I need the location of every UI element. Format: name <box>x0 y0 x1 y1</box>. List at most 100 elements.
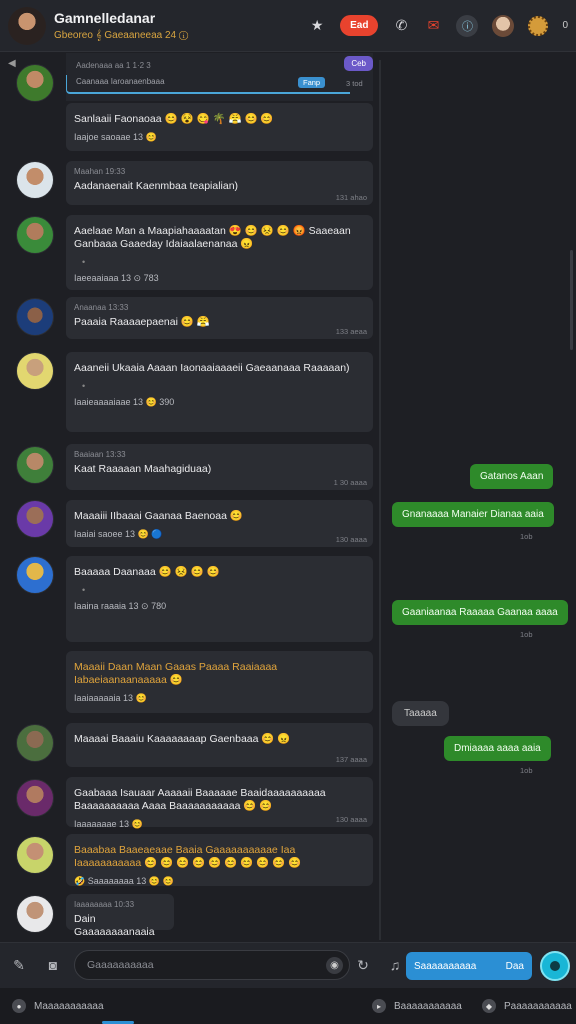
info-icon[interactable]: ⓘ <box>456 14 479 37</box>
footer-bar: ● Maaaaaaaaaaa ▸ Baaaaaaaaaaa ◆ Paaaaaaa… <box>0 988 576 1024</box>
message-card[interactable]: Maahan 19:33 Aadanaenait Kaenmbaa teapia… <box>66 161 373 205</box>
message-card[interactable]: Aaaneii Ukaaia Aaaan Iaonaaiaaaeii Gaeaa… <box>66 352 373 432</box>
gift-icon[interactable]: ✉ <box>424 17 442 35</box>
message-meta: Iaaaaaaaa 10:33 <box>74 900 135 909</box>
message-time: 1 30 aaaa <box>333 478 367 487</box>
notification-count: 0 <box>562 20 568 31</box>
message-text: Aaelaae Man a Maapiahaaaatan 😍 😊 😣 😊 😡 S… <box>74 225 351 250</box>
message-text: Aadanaenait Kaenmbaa teapialian) <box>74 180 239 192</box>
avatar[interactable] <box>16 556 54 594</box>
avatar[interactable] <box>16 446 54 484</box>
message-text: Sanlaaii Faonaoaa 😊 😵 😋 🌴 😤 😊 😊 <box>74 113 274 125</box>
message-card[interactable]: Baaaaa Daanaaa 😊 😣 😊 😊 • Iaaina raaaia 1… <box>66 556 373 642</box>
message-card[interactable]: Baaabaa Baaeaeaae Baaia Gaaaaaaaaaae Iaa… <box>66 834 373 886</box>
outgoing-bubble[interactable]: Gatanos Aaan <box>470 464 554 489</box>
bubble-time: 1ob <box>520 532 533 541</box>
message-card[interactable]: Iaaaaaaaa 10:33 Dain Gaaaaaaaanaaia <box>66 894 174 938</box>
avatar[interactable] <box>16 500 54 538</box>
header-titles: Gamnelledanar Gbeoreo 𝄞 Gaeaaneeaa 24 ⓘ <box>54 10 188 41</box>
avatar[interactable] <box>16 161 54 199</box>
reply-tag[interactable]: Ceb <box>344 56 373 71</box>
edit-icon[interactable]: ✎ <box>10 957 28 975</box>
refresh-icon[interactable]: ↻ <box>354 957 372 975</box>
avatar[interactable] <box>16 836 54 874</box>
user-avatar[interactable] <box>492 14 515 37</box>
message-text: Dain Gaaaaaaaanaaia <box>74 913 155 938</box>
message-card[interactable]: Sanlaaii Faonaoaa 😊 😵 😋 🌴 😤 😊 😊 Iaajoe s… <box>66 103 373 151</box>
message-text: Maaaai Baaaiu Kaaaaaaaap Gaenbaaa 😊 😠 <box>74 733 291 745</box>
message-reactions: Iaaina raaaia 13 ⊙ 780 <box>74 601 167 611</box>
avatar[interactable] <box>16 724 54 762</box>
emoji-icon[interactable]: ◉ <box>326 957 343 974</box>
message-text: Aaaneii Ukaaia Aaaan Iaonaaiaaaeii Gaeaa… <box>74 362 350 374</box>
reply-time: 3 tod <box>346 79 363 88</box>
message-input-placeholder: Gaaaaaaaaaa <box>87 959 154 971</box>
message-reactions: Iaajoe saoaae 13 😊 <box>74 132 157 142</box>
send-label: Daa <box>505 960 524 972</box>
avatar[interactable] <box>16 298 54 336</box>
message-reactions: Iaeeaaiaaa 13 ⊙ 783 <box>74 273 159 283</box>
message-time: 130 aaaa <box>335 815 367 824</box>
channel-avatar[interactable] <box>8 6 46 45</box>
message-card[interactable]: Gaabaaa Isauaar Aaaaaii Baaaaae Baaidaaa… <box>66 777 373 829</box>
outgoing-bubble[interactable]: Gaaniaanaa Raaaaa Gaanaa aaaa <box>392 600 568 625</box>
message-meta: Baaiaan 13:33 <box>74 450 126 459</box>
message-meta: Anaanaa 13:33 <box>74 303 129 312</box>
message-text: Maaaii Daan Maan Gaaas Paaaa Raaiaaaa Ia… <box>74 661 278 686</box>
message-text: Maaaiii IIbaaai Gaanaa Baenoaa 😊 <box>74 510 243 522</box>
chevron-left-icon[interactable]: ◀ <box>8 58 16 69</box>
reply-chip[interactable]: Fanp <box>298 77 326 88</box>
footer-item-left[interactable]: ● Maaaaaaaaaaa <box>12 999 104 1013</box>
message-text: Baaabaa Baaeaeaae Baaia Gaaaaaaaaaae Iaa… <box>74 844 302 869</box>
avatar[interactable] <box>16 64 54 102</box>
footer-item-right[interactable]: ◆ Paaaaaaaaaaa <box>482 999 572 1013</box>
message-card[interactable]: Baaiaan 13:33 Kaat Raaaaan Maahagiduaa) … <box>66 444 373 490</box>
outgoing-bubble[interactable]: Gnanaaaa Manaier Dianaa aaia <box>392 502 554 527</box>
pin-icon[interactable]: ★ <box>308 17 326 35</box>
incoming-bubble[interactable]: Taaaaa <box>392 701 449 726</box>
message-card[interactable]: Anaanaa 13:33 Paaaia Raaaaepaenai 😊 😤 13… <box>66 297 373 339</box>
message-dot: • <box>82 585 86 595</box>
bubble-time: 1ob <box>520 766 533 775</box>
chat-icon: ▸ <box>372 999 386 1013</box>
camera-icon[interactable]: ◙ <box>44 957 62 975</box>
avatar[interactable] <box>16 895 54 933</box>
message-time: 131 ahao <box>335 193 367 202</box>
channel-title: Gamnelledanar <box>54 10 156 26</box>
footer-mid-label: Baaaaaaaaaaa <box>394 1000 462 1012</box>
avatar[interactable] <box>16 779 54 817</box>
scrollbar[interactable] <box>570 250 573 350</box>
footer-right-label: Paaaaaaaaaaa <box>504 1000 572 1012</box>
outgoing-bubble[interactable]: Dmiaaaa aaaa aaia <box>444 736 551 761</box>
avatar[interactable] <box>16 216 54 254</box>
channel-subtitle: Gbeoreo 𝄞 Gaeaaneeaa 24 ⓘ <box>54 30 189 41</box>
message-card[interactable]: Maaaii Daan Maan Gaaas Paaaa Raaiaaaa Ia… <box>66 651 373 713</box>
phone-icon[interactable]: ✆ <box>392 17 410 35</box>
reply-meta: Caanaaa Iaroanaenbaaa <box>76 77 165 86</box>
settings-icon: ● <box>12 999 26 1013</box>
avatar[interactable] <box>16 352 54 390</box>
message-reactions: Iaaiai saoee 13 😊 🔵 <box>74 529 163 539</box>
message-reactions: Iaaieaaaaiaae 13 😊 390 <box>74 397 175 407</box>
message-text: Paaaia Raaaaepaenai 😊 😤 <box>74 316 210 328</box>
mic-icon[interactable]: ♫ <box>386 957 404 975</box>
message-dot: • <box>82 257 86 267</box>
reply-meta-top: Aadenaaa aa 1 1·2 3 <box>76 61 151 70</box>
cookie-icon[interactable] <box>528 15 549 36</box>
message-card[interactable]: Maaaiii IIbaaai Gaanaa Baenoaa 😊 Iaaiai … <box>66 500 373 547</box>
chat-app: Gamnelledanar Gbeoreo 𝄞 Gaeaaneeaa 24 ⓘ … <box>0 0 576 1024</box>
message-dot: • <box>82 381 86 391</box>
send-icon <box>550 961 560 971</box>
chat-header: Gamnelledanar Gbeoreo 𝄞 Gaeaaneeaa 24 ⓘ … <box>0 0 576 52</box>
compose-bar: ✎ ◙ Gaaaaaaaaaa ◉ ↻ ♫ Saaaaaaaaaa Daa <box>0 942 576 988</box>
message-text: Baaaaa Daanaaa 😊 😣 😊 😊 <box>74 566 220 578</box>
footer-item-mid[interactable]: ▸ Baaaaaaaaaaa <box>372 999 462 1013</box>
bubble-time: 1ob <box>520 630 533 639</box>
live-badge[interactable]: Ead <box>340 15 379 36</box>
header-actions: ★ Ead ✆ ✉ ⓘ 0 <box>308 14 568 37</box>
message-card[interactable]: Maaaai Baaaiu Kaaaaaaaap Gaenbaaa 😊 😠 13… <box>66 723 373 767</box>
message-input[interactable]: Gaaaaaaaaaa ◉ <box>74 950 350 980</box>
send-button[interactable] <box>540 951 570 981</box>
send-panel[interactable]: Saaaaaaaaaa Daa <box>406 952 532 980</box>
message-card[interactable]: Aaelaae Man a Maapiahaaaatan 😍 😊 😣 😊 😡 S… <box>66 215 373 290</box>
